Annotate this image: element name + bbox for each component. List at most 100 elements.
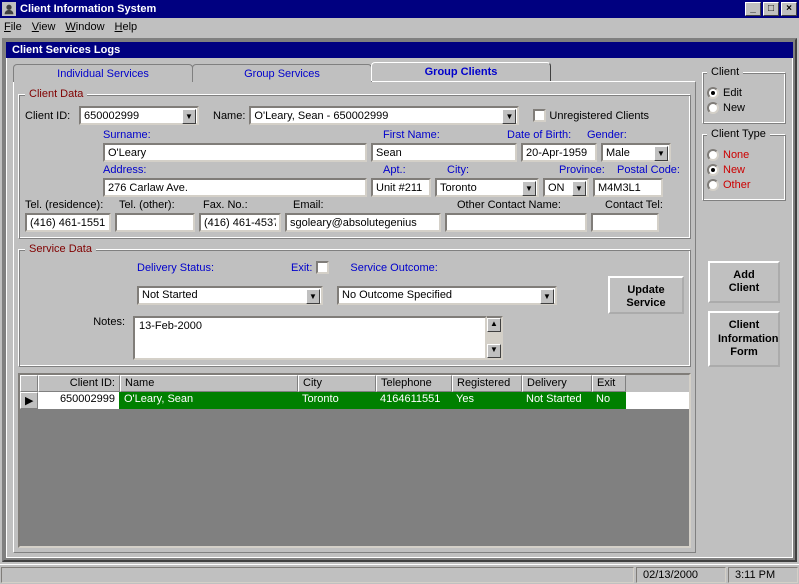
firstname-input[interactable] [371,143,517,162]
scroll-up-icon[interactable]: ▲ [487,318,501,332]
client-type-other-radio[interactable]: Other [707,179,781,191]
tel-res-input[interactable] [25,213,111,232]
client-id-combo[interactable]: 650002999▼ [79,106,199,125]
exit-label: Exit: [291,262,312,274]
grid-rowselector-header [20,375,38,392]
email-input[interactable] [285,213,441,232]
chevron-down-icon: ▼ [502,109,516,124]
grid-cell-delivery: Not Started [522,392,592,409]
grid-header-telephone[interactable]: Telephone [376,375,452,392]
grid-row[interactable]: ▶ 650002999 O'Leary, Sean Toronto 416461… [20,392,689,409]
chevron-down-icon: ▼ [540,289,554,304]
notes-scrollbar[interactable]: ▲ ▼ [487,316,503,360]
address-input[interactable] [103,178,367,197]
chevron-down-icon: ▼ [182,109,196,124]
dob-input[interactable] [521,143,597,162]
menu-view[interactable]: View [32,21,56,33]
outcome-combo[interactable]: No Outcome Specified▼ [337,286,557,305]
delivery-combo[interactable]: Not Started▼ [137,286,323,305]
grid-cell-exit: No [592,392,626,409]
grid-cell-client-id: 650002999 [38,392,120,409]
unregistered-label: Unregistered Clients [549,110,649,122]
notes-label: Notes: [25,316,129,328]
chevron-down-icon: ▼ [572,181,586,196]
other-contact-input[interactable] [445,213,587,232]
scroll-down-icon[interactable]: ▼ [487,344,501,358]
surname-input[interactable] [103,143,367,162]
client-grid: Client ID: Name City Telephone Registere… [18,373,691,548]
client-new-radio[interactable]: New [707,102,781,114]
tab-individual-services[interactable]: Individual Services [13,64,193,82]
unregistered-checkbox[interactable] [533,109,546,122]
apt-input[interactable] [371,178,431,197]
exit-checkbox[interactable] [316,261,329,274]
grid-header-exit[interactable]: Exit [592,375,626,392]
dob-label: Date of Birth: [507,129,571,141]
menu-window[interactable]: Window [65,21,104,33]
province-combo[interactable]: ON▼ [543,178,589,197]
child-window-title: Client Services Logs [6,42,793,58]
province-label: Province: [559,164,605,176]
postal-input[interactable] [593,178,663,197]
grid-cell-city: Toronto [298,392,376,409]
client-mode-legend: Client [707,66,743,78]
titlebar: Client Information System _ □ × [0,0,799,18]
surname-label: Surname: [103,129,151,141]
chevron-down-icon: ▼ [522,181,536,196]
client-info-form-button[interactable]: Client Information Form [708,311,780,367]
tel-other-input[interactable] [115,213,195,232]
tab-group-clients[interactable]: Group Clients [371,62,551,81]
contact-tel-label: Contact Tel: [605,199,663,211]
client-type-legend: Client Type [707,128,770,140]
client-data-legend: Client Data [25,88,87,100]
client-type-new-radio[interactable]: New [707,164,781,176]
tel-other-label: Tel. (other): [119,199,175,211]
client-id-label: Client ID: [25,110,75,122]
grid-cell-name: O'Leary, Sean [120,392,298,409]
other-contact-label: Other Contact Name: [457,199,561,211]
client-edit-radio[interactable]: Edit [707,87,781,99]
close-button[interactable]: × [781,2,797,16]
contact-tel-input[interactable] [591,213,659,232]
menu-file[interactable]: File [4,21,22,33]
client-type-none-radio[interactable]: None [707,149,781,161]
fax-input[interactable] [199,213,281,232]
grid-header-registered[interactable]: Registered [452,375,522,392]
gender-label: Gender: [587,129,627,141]
menu-help[interactable]: Help [115,21,138,33]
minimize-button[interactable]: _ [745,2,761,16]
name-label: Name: [213,110,245,122]
gender-combo[interactable]: Male▼ [601,143,671,162]
chevron-down-icon: ▼ [306,289,320,304]
city-combo[interactable]: Toronto▼ [435,178,539,197]
name-combo[interactable]: O'Leary, Sean - 650002999▼ [249,106,519,125]
email-label: Email: [293,199,324,211]
grid-header-delivery[interactable]: Delivery [522,375,592,392]
grid-header-client-id[interactable]: Client ID: [38,375,120,392]
grid-row-selector[interactable]: ▶ [20,392,38,409]
add-client-button[interactable]: Add Client [708,261,780,303]
service-data-legend: Service Data [25,243,96,255]
city-label: City: [447,164,469,176]
client-mode-group: Client Edit New [702,66,786,124]
maximize-button[interactable]: □ [763,2,779,16]
grid-header-name[interactable]: Name [120,375,298,392]
grid-header: Client ID: Name City Telephone Registere… [20,375,689,392]
app-icon [2,2,16,16]
client-data-group: Client Data Client ID: 650002999▼ Name: … [18,88,691,239]
grid-header-city[interactable]: City [298,375,376,392]
outcome-label: Service Outcome: [350,262,437,274]
grid-cell-telephone: 4164611551 [376,392,452,409]
delivery-label: Delivery Status: [137,262,214,274]
notes-textarea[interactable]: 13-Feb-2000 [133,316,487,360]
chevron-down-icon: ▼ [654,146,668,161]
firstname-label: First Name: [383,129,440,141]
window-title: Client Information System [20,3,743,15]
status-date: 02/13/2000 [636,567,726,583]
client-type-group: Client Type None New Other [702,128,786,201]
update-service-button[interactable]: Update Service [608,276,684,314]
tab-group-services[interactable]: Group Services [192,64,372,82]
apt-label: Apt.: [383,164,406,176]
tel-res-label: Tel. (residence): [25,199,103,211]
status-pane-main [1,567,634,583]
